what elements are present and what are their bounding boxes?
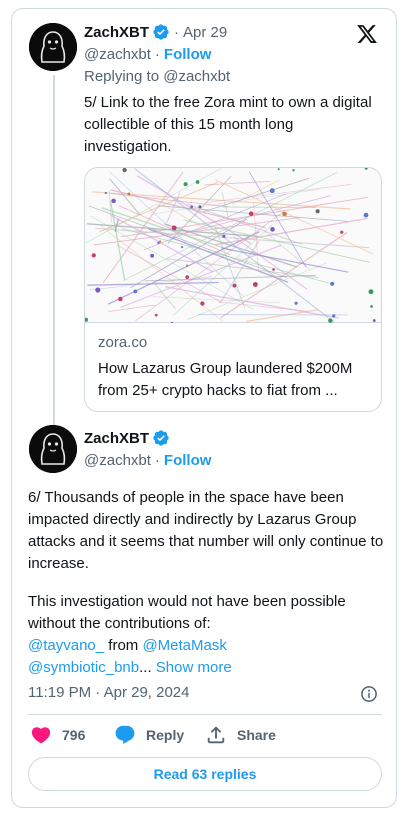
tweet-embed-card: ZachXBT · Apr 29 @zachxbt · Follow Reply… bbox=[11, 8, 397, 808]
from-word: from bbox=[108, 637, 139, 654]
mention-link[interactable]: @symbiotic_bnb bbox=[28, 659, 139, 676]
tweet-header: ZachXBT · Apr 29 bbox=[84, 23, 227, 41]
author-handle[interactable]: @zachxbt bbox=[84, 452, 151, 469]
handle-line: @zachxbt · Follow bbox=[84, 46, 211, 63]
verified-badge-icon bbox=[153, 24, 169, 40]
divider bbox=[28, 714, 382, 715]
tweet-paragraph: 6/ Thousands of people in the space have… bbox=[28, 489, 384, 572]
share-icon bbox=[207, 726, 225, 744]
mention-link[interactable]: @tayvano_ bbox=[28, 637, 104, 654]
reply-label: Reply bbox=[146, 727, 185, 743]
separator-dot: · bbox=[174, 23, 180, 41]
link-domain: zora.co bbox=[98, 334, 148, 351]
follow-button[interactable]: Follow bbox=[164, 46, 212, 63]
separator-dot: · bbox=[154, 46, 160, 63]
mention-link[interactable]: @MetaMask bbox=[142, 637, 226, 654]
like-count: 796 bbox=[62, 727, 86, 743]
replying-to: Replying to @zachxbt bbox=[84, 68, 231, 85]
link-preview-card[interactable]: zora.co How Lazarus Group laundered $200… bbox=[84, 167, 382, 412]
tweet-date[interactable]: Apr 29 bbox=[183, 24, 227, 41]
share-label: Share bbox=[237, 727, 276, 743]
show-more-link[interactable]: Show more bbox=[156, 659, 232, 676]
heart-icon bbox=[31, 727, 51, 744]
paragraph-text: This investigation would not have been p… bbox=[28, 593, 346, 632]
tweet-paragraph: This investigation would not have been p… bbox=[28, 591, 384, 679]
handle-line: @zachxbt · Follow bbox=[84, 452, 211, 469]
author-name[interactable]: ZachXBT bbox=[84, 24, 149, 41]
like-button[interactable]: 796 bbox=[30, 724, 85, 746]
thread-connector-line bbox=[53, 75, 55, 425]
verified-badge-icon bbox=[153, 430, 169, 446]
info-icon[interactable] bbox=[360, 685, 378, 703]
reply-button[interactable]: Reply bbox=[114, 724, 184, 746]
avatar-image-icon bbox=[29, 23, 77, 71]
tweet-timestamp[interactable]: 11:19 PM · Apr 29, 2024 bbox=[28, 684, 190, 701]
x-logo-icon[interactable] bbox=[356, 23, 378, 45]
author-name[interactable]: ZachXBT bbox=[84, 430, 149, 447]
separator-dot: · bbox=[154, 452, 160, 469]
avatar[interactable] bbox=[29, 23, 77, 71]
reply-bubble-icon bbox=[115, 725, 135, 744]
tweet-header: ZachXBT bbox=[84, 429, 170, 447]
link-preview-image bbox=[85, 168, 381, 323]
link-title: How Lazarus Group laundered $200M from 2… bbox=[98, 360, 353, 399]
tweet-text: 5/ Link to the free Zora mint to own a d… bbox=[84, 94, 372, 155]
share-button[interactable]: Share bbox=[205, 724, 276, 746]
read-replies-button[interactable]: Read 63 replies bbox=[28, 757, 382, 791]
follow-button[interactable]: Follow bbox=[164, 452, 212, 469]
ellipsis: ... bbox=[139, 659, 152, 676]
network-graph-image-icon bbox=[85, 168, 376, 323]
author-handle[interactable]: @zachxbt bbox=[84, 46, 151, 63]
avatar-image-icon bbox=[29, 425, 77, 473]
avatar[interactable] bbox=[29, 425, 77, 473]
